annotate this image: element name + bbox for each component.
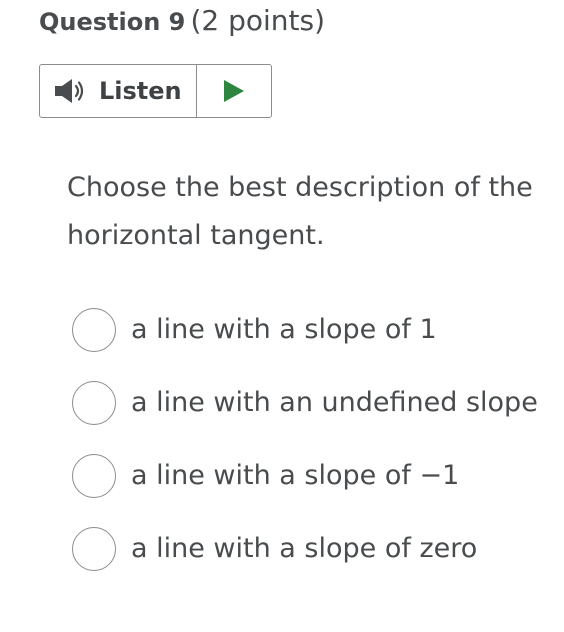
answer-options: a line with a slope of 1 a line with an …	[72, 306, 538, 598]
answer-option[interactable]: a line with an undefined slope	[72, 379, 538, 426]
answer-option-label: a line with a slope of 1	[131, 314, 437, 345]
answer-option-label: a line with an undefined slope	[131, 387, 538, 418]
radio-button[interactable]	[72, 380, 116, 425]
play-button[interactable]	[197, 65, 271, 117]
answer-option[interactable]: a line with a slope of −1	[72, 452, 538, 499]
question-points: (2 points)	[190, 4, 326, 37]
listen-label: Listen	[99, 77, 182, 105]
radio-button[interactable]	[72, 453, 116, 498]
speaker-icon	[53, 77, 87, 105]
listen-button[interactable]: Listen	[40, 65, 197, 117]
listen-widget: Listen	[39, 64, 272, 118]
question-title: Question 9	[39, 8, 186, 36]
answer-option-label: a line with a slope of −1	[131, 460, 460, 491]
answer-option-label: a line with a slope of zero	[131, 533, 478, 564]
answer-option[interactable]: a line with a slope of 1	[72, 306, 538, 353]
question-prompt: Choose the best description of the horiz…	[67, 172, 533, 251]
answer-option[interactable]: a line with a slope of zero	[72, 525, 538, 572]
play-icon	[222, 78, 246, 104]
radio-button[interactable]	[72, 307, 116, 352]
radio-button[interactable]	[72, 526, 116, 571]
question-header: Question 9 (2 points)	[39, 2, 325, 44]
